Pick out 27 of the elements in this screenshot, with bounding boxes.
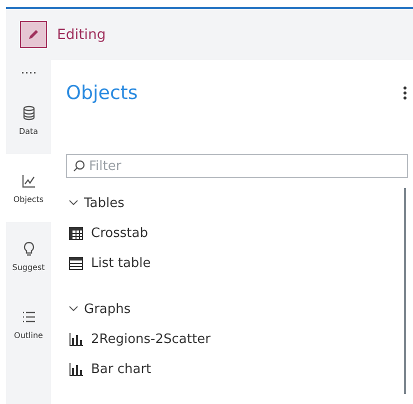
panel-title: Objects — [66, 82, 138, 104]
side-tab[interactable]: Data — [6, 86, 51, 154]
mode-label: Editing — [57, 26, 106, 42]
bar-chart-icon — [69, 332, 83, 346]
object-item[interactable]: 2Regions-2Scatter — [91, 332, 210, 346]
chevron-icon — [69, 306, 78, 312]
table-grid-icon — [69, 226, 83, 240]
drag-handle-icon[interactable] — [20, 72, 36, 74]
database-icon — [20, 104, 36, 120]
chevron-icon — [69, 200, 78, 206]
object-item[interactable]: Bar chart — [91, 362, 152, 376]
side-tab[interactable]: Suggest — [6, 222, 51, 290]
search-icon — [73, 160, 85, 172]
group-header[interactable]: Graphs — [66, 294, 404, 324]
object-item[interactable]: List table — [91, 256, 151, 270]
group-header[interactable]: Tables — [66, 188, 404, 218]
object-item[interactable]: Crosstab — [91, 226, 148, 240]
line-chart-icon — [20, 172, 36, 188]
bar-chart-icon — [69, 362, 83, 376]
side-tab[interactable]: Outline — [6, 290, 51, 358]
pencil-icon — [27, 28, 40, 41]
side-tab[interactable]: Objects — [6, 154, 51, 222]
filter-field[interactable]: Filter — [66, 154, 408, 178]
more-button[interactable] — [401, 86, 409, 100]
list-table-icon — [69, 256, 83, 270]
edit-mode-button[interactable] — [20, 21, 47, 48]
more-icon — [403, 86, 407, 100]
